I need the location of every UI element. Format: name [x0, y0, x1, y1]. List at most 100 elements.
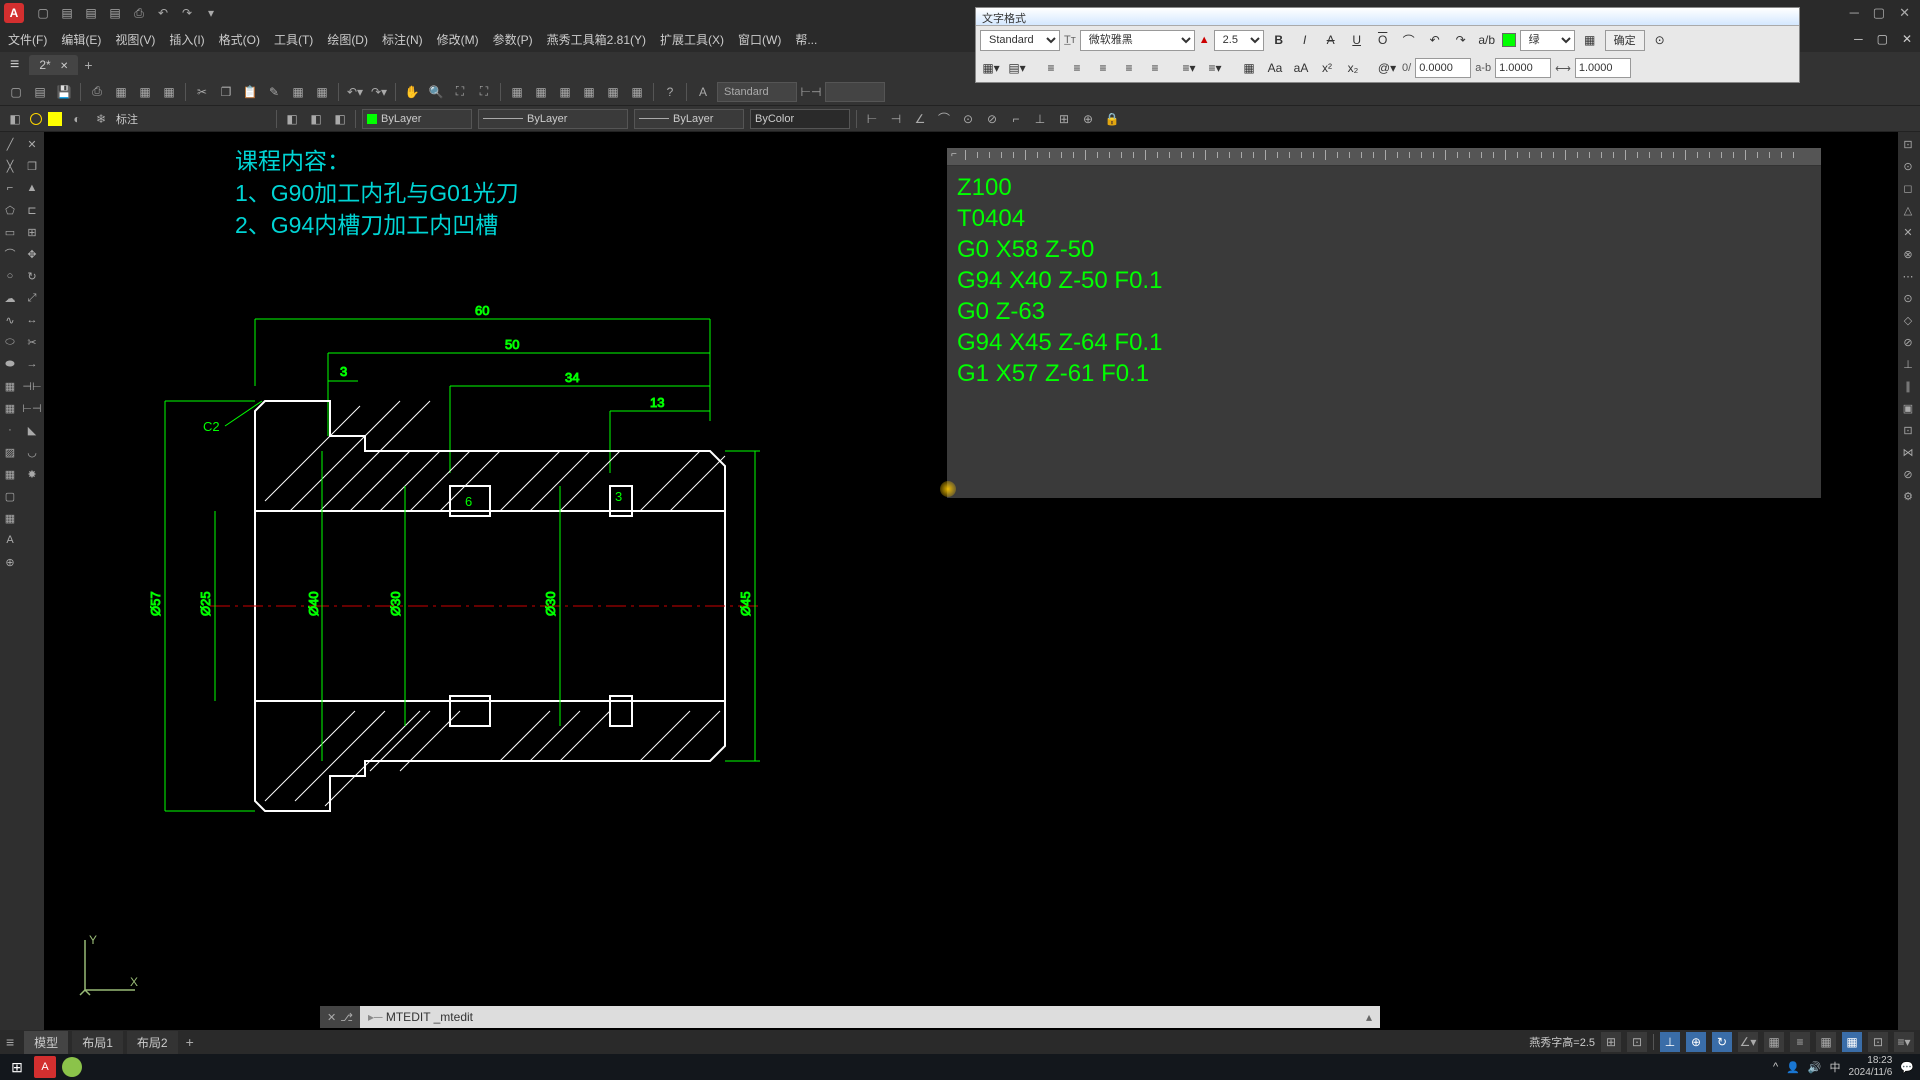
gradient-icon[interactable]: ▦ [0, 464, 20, 484]
document-tab[interactable]: 2* ✕ [29, 55, 78, 75]
model-tab[interactable]: 模型 [24, 1031, 68, 1054]
zoomwin-icon[interactable]: ⛶ [450, 82, 470, 102]
chamfer-icon[interactable]: ◣ [22, 420, 42, 440]
copy-icon[interactable]: ❐ [216, 82, 236, 102]
qat-undo-icon[interactable]: ↶ [154, 4, 172, 22]
menu-param[interactable]: 参数(P) [493, 31, 533, 48]
osnap-appint-icon[interactable]: ⊗ [1898, 244, 1918, 264]
array-icon[interactable]: ⊞ [22, 222, 42, 242]
move-icon[interactable]: ✥ [22, 244, 42, 264]
color-select[interactable]: 绿 [1520, 30, 1575, 51]
pan-icon[interactable]: ✋ [402, 82, 422, 102]
publish-icon[interactable]: ▦ [135, 82, 155, 102]
tray-volume-icon[interactable]: 🔊 [1808, 1061, 1822, 1074]
command-line[interactable]: ✕⎇ ▸─ MTEDIT _mtedit ▴ [320, 1006, 1380, 1028]
columns-button[interactable]: ▦▾ [980, 57, 1002, 79]
calc-icon[interactable]: ▦ [627, 82, 647, 102]
dyn-toggle[interactable]: ▦ [1764, 1032, 1784, 1052]
align-justify-button[interactable]: ≡ [1118, 57, 1140, 79]
gcode-line[interactable]: G0 X58 Z-50 [957, 234, 1811, 265]
menu-express[interactable]: 扩展工具(X) [660, 31, 724, 48]
make-block-icon[interactable]: ▦ [0, 398, 20, 418]
menu-format[interactable]: 格式(O) [219, 31, 260, 48]
menu-help[interactable]: 帮... [795, 31, 817, 48]
join-icon[interactable]: ⊢⊣ [22, 398, 42, 418]
app-menu-button[interactable]: ≡ [10, 56, 19, 74]
osnap-quad-icon[interactable]: ◇ [1898, 310, 1918, 330]
osnap-node-icon[interactable]: ⊡ [1898, 420, 1918, 440]
dim-jog-icon[interactable]: ⌐ [1007, 110, 1025, 128]
erase-icon[interactable]: ✕ [22, 134, 42, 154]
snap-toggle[interactable]: ⊡ [1627, 1032, 1647, 1052]
redo-icon[interactable]: ↷▾ [369, 82, 389, 102]
layer-prev-icon[interactable]: ◧ [307, 110, 325, 128]
font-select[interactable]: 微软雅黑 [1080, 30, 1195, 51]
ellipse-icon[interactable]: ⬭ [0, 332, 20, 352]
align-right-button[interactable]: ≡ [1092, 57, 1114, 79]
osnap-par-icon[interactable]: ∥ [1898, 376, 1918, 396]
qat-redo-icon[interactable]: ↷ [178, 4, 196, 22]
clock[interactable]: 18:232024/11/6 [1849, 1055, 1893, 1079]
align-center-button[interactable]: ≡ [1066, 57, 1088, 79]
subscript-button[interactable]: x₂ [1342, 57, 1364, 79]
menu-tools[interactable]: 工具(T) [274, 31, 313, 48]
qat-open-icon[interactable]: ▤ [58, 4, 76, 22]
tracking-input[interactable] [1495, 58, 1551, 78]
qat-more-icon[interactable]: ▾ [202, 4, 220, 22]
qat-saveas-icon[interactable]: ▤ [106, 4, 124, 22]
undo-icon[interactable]: ↶▾ [345, 82, 365, 102]
rotate-icon[interactable]: ↻ [22, 266, 42, 286]
color-swatch[interactable] [1502, 33, 1516, 47]
menu-dimension[interactable]: 标注(N) [382, 31, 423, 48]
layer-swatch-icon[interactable] [48, 112, 62, 126]
mtext-icon[interactable]: A [0, 530, 20, 550]
menu-close-icon[interactable]: ✕ [1902, 32, 1912, 46]
numbering-button[interactable]: ≡▾ [1204, 57, 1226, 79]
align-dist-button[interactable]: ≡ [1144, 57, 1166, 79]
dim-angular-icon[interactable]: ∠ [911, 110, 929, 128]
start-button[interactable]: ⊞ [6, 1056, 28, 1078]
osnap-perp-icon[interactable]: ⊥ [1898, 354, 1918, 374]
gcode-line[interactable]: G0 Z-63 [957, 296, 1811, 327]
dim-linear-icon[interactable]: ⊢ [863, 110, 881, 128]
hatch-icon[interactable]: ▨ [0, 442, 20, 462]
gcode-line[interactable]: T0404 [957, 203, 1811, 234]
open-icon[interactable]: ▤ [30, 82, 50, 102]
layout2-tab[interactable]: 布局2 [127, 1031, 178, 1054]
osnap-near-icon[interactable]: ⋈ [1898, 442, 1918, 462]
symbol-button[interactable]: @▾ [1376, 57, 1398, 79]
menu-insert[interactable]: 插入(I) [169, 31, 204, 48]
osnap-from-icon[interactable]: ⊙ [1898, 156, 1918, 176]
match-icon[interactable]: ✎ [264, 82, 284, 102]
sheet-icon[interactable]: ▦ [579, 82, 599, 102]
overline-button[interactable]: O [1372, 29, 1394, 51]
rect-icon[interactable]: ▭ [0, 222, 20, 242]
table-icon[interactable]: ▦ [0, 508, 20, 528]
spline-icon[interactable]: ∿ [0, 310, 20, 330]
block-icon[interactable]: ▦ [288, 82, 308, 102]
extend-icon[interactable]: → [22, 354, 42, 374]
layer-match-icon[interactable]: ◧ [331, 110, 349, 128]
line-icon[interactable]: ╱ [0, 134, 20, 154]
linespace-button[interactable]: ≡▾ [1178, 57, 1200, 79]
redo-text-button[interactable]: ↷ [1450, 29, 1472, 51]
cut-icon[interactable]: ✂ [192, 82, 212, 102]
zoom-icon[interactable]: 🔍 [426, 82, 446, 102]
scale-icon[interactable]: ⤢ [22, 288, 42, 308]
dim-arc-icon[interactable]: ⌒ [935, 110, 953, 128]
add-layout-button[interactable]: + [186, 1034, 194, 1050]
annotative-icon[interactable]: ▲ [1199, 34, 1210, 46]
undo-text-button[interactable]: ↶ [1424, 29, 1446, 51]
linetype-combo[interactable]: ByLayer [478, 109, 628, 129]
menu-file[interactable]: 文件(F) [8, 31, 47, 48]
lwt-toggle[interactable]: ≡ [1790, 1032, 1810, 1052]
dcenter-icon[interactable]: ▦ [531, 82, 551, 102]
layer-freeze-icon[interactable]: ❄ [92, 110, 110, 128]
qat-new-icon[interactable]: ▢ [34, 4, 52, 22]
otrack-toggle[interactable]: ∠▾ [1738, 1032, 1758, 1052]
dimstyle-combo[interactable] [825, 82, 885, 102]
dim-aligned-icon[interactable]: ⊣ [887, 110, 905, 128]
tpalette-icon[interactable]: ▦ [555, 82, 575, 102]
prop-icon[interactable]: ▦ [507, 82, 527, 102]
addselect-icon[interactable]: ⊕ [0, 552, 20, 572]
